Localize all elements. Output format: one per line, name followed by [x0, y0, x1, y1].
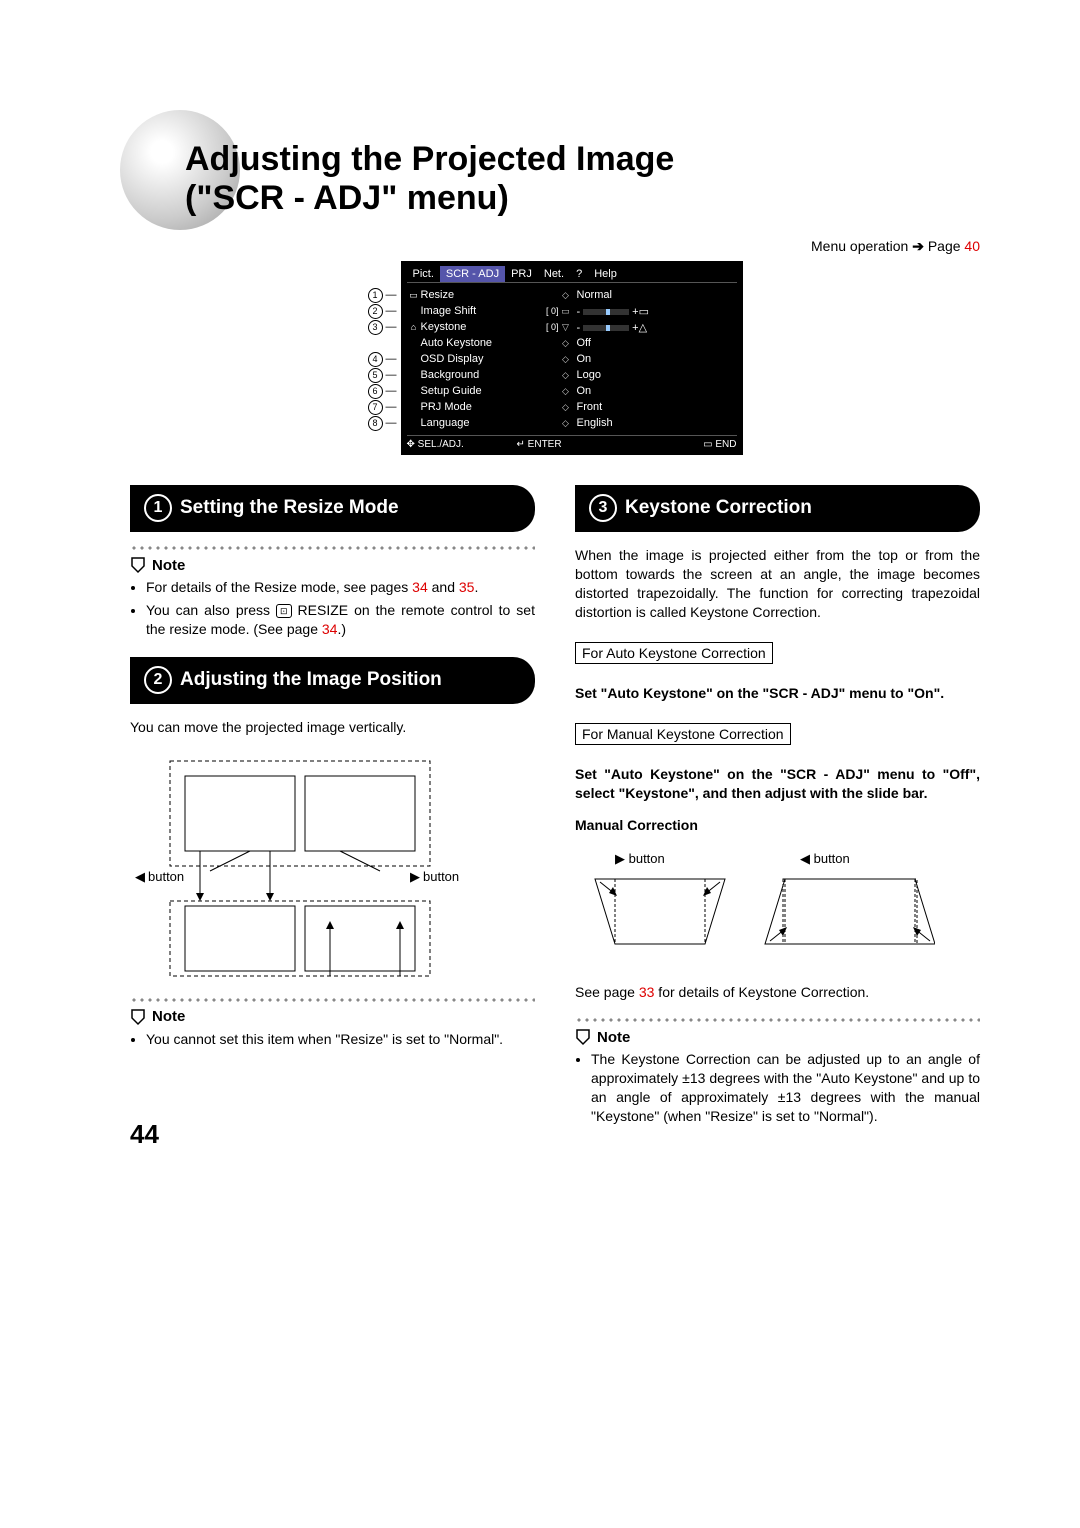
note-icon	[575, 1028, 593, 1046]
osd-menu-screenshot: Pict. SCR - ADJ PRJ Net. ? Help ▭Resize◇…	[401, 261, 743, 455]
svg-text:▶: ▶	[410, 869, 420, 884]
note-label: Note	[575, 1028, 980, 1046]
osd-callout-numbers: 1— 2— 3— 4— 5— 6— 7— 8—	[368, 261, 397, 455]
note-separator	[130, 544, 535, 550]
section-3-heading: 3Keystone Correction	[575, 485, 980, 532]
section-1-heading: 1Setting the Resize Mode	[130, 485, 535, 532]
svg-text:▶ button: ▶ button	[615, 851, 665, 866]
section-2-heading: 2Adjusting the Image Position	[130, 657, 535, 704]
resize-button-icon: ⊡	[276, 604, 292, 618]
note-list: The Keystone Correction can be adjusted …	[575, 1050, 980, 1126]
section-2-intro: You can move the projected image vertica…	[130, 718, 535, 737]
note-label: Note	[130, 556, 535, 574]
svg-text:◀ button: ◀ button	[800, 851, 850, 866]
note-icon	[130, 1008, 148, 1026]
page-number: 44	[130, 1119, 159, 1150]
menu-operation-ref: Menu operation ➔ Page 40	[130, 238, 980, 255]
svg-text:◀: ◀	[135, 869, 145, 884]
auto-keystone-box: For Auto Keystone Correction	[575, 642, 773, 664]
manual-keystone-box: For Manual Keystone Correction	[575, 723, 791, 745]
note-label: Note	[130, 1008, 535, 1026]
note-list: You cannot set this item when "Resize" i…	[130, 1030, 535, 1049]
note-separator	[130, 996, 535, 1002]
note-list: For details of the Resize mode, see page…	[130, 578, 535, 639]
auto-keystone-instruction: Set "Auto Keystone" on the "SCR - ADJ" m…	[575, 684, 980, 703]
left-button-label: button	[148, 869, 184, 884]
note-separator	[575, 1016, 980, 1022]
keystone-intro: When the image is projected either from …	[575, 546, 980, 622]
image-shift-illustration: ◀ button ▶ button	[130, 751, 535, 986]
page-title: Adjusting the Projected Image ("SCR - AD…	[130, 140, 980, 218]
manual-keystone-instruction: Set "Auto Keystone" on the "SCR - ADJ" m…	[575, 765, 980, 803]
keystone-illustration: ▶ button ◀ button	[575, 849, 980, 969]
svg-text:button: button	[423, 869, 459, 884]
manual-correction-title: Manual Correction	[575, 816, 980, 835]
note-icon	[130, 556, 148, 574]
keystone-see-page: See page 33 for details of Keystone Corr…	[575, 983, 980, 1002]
